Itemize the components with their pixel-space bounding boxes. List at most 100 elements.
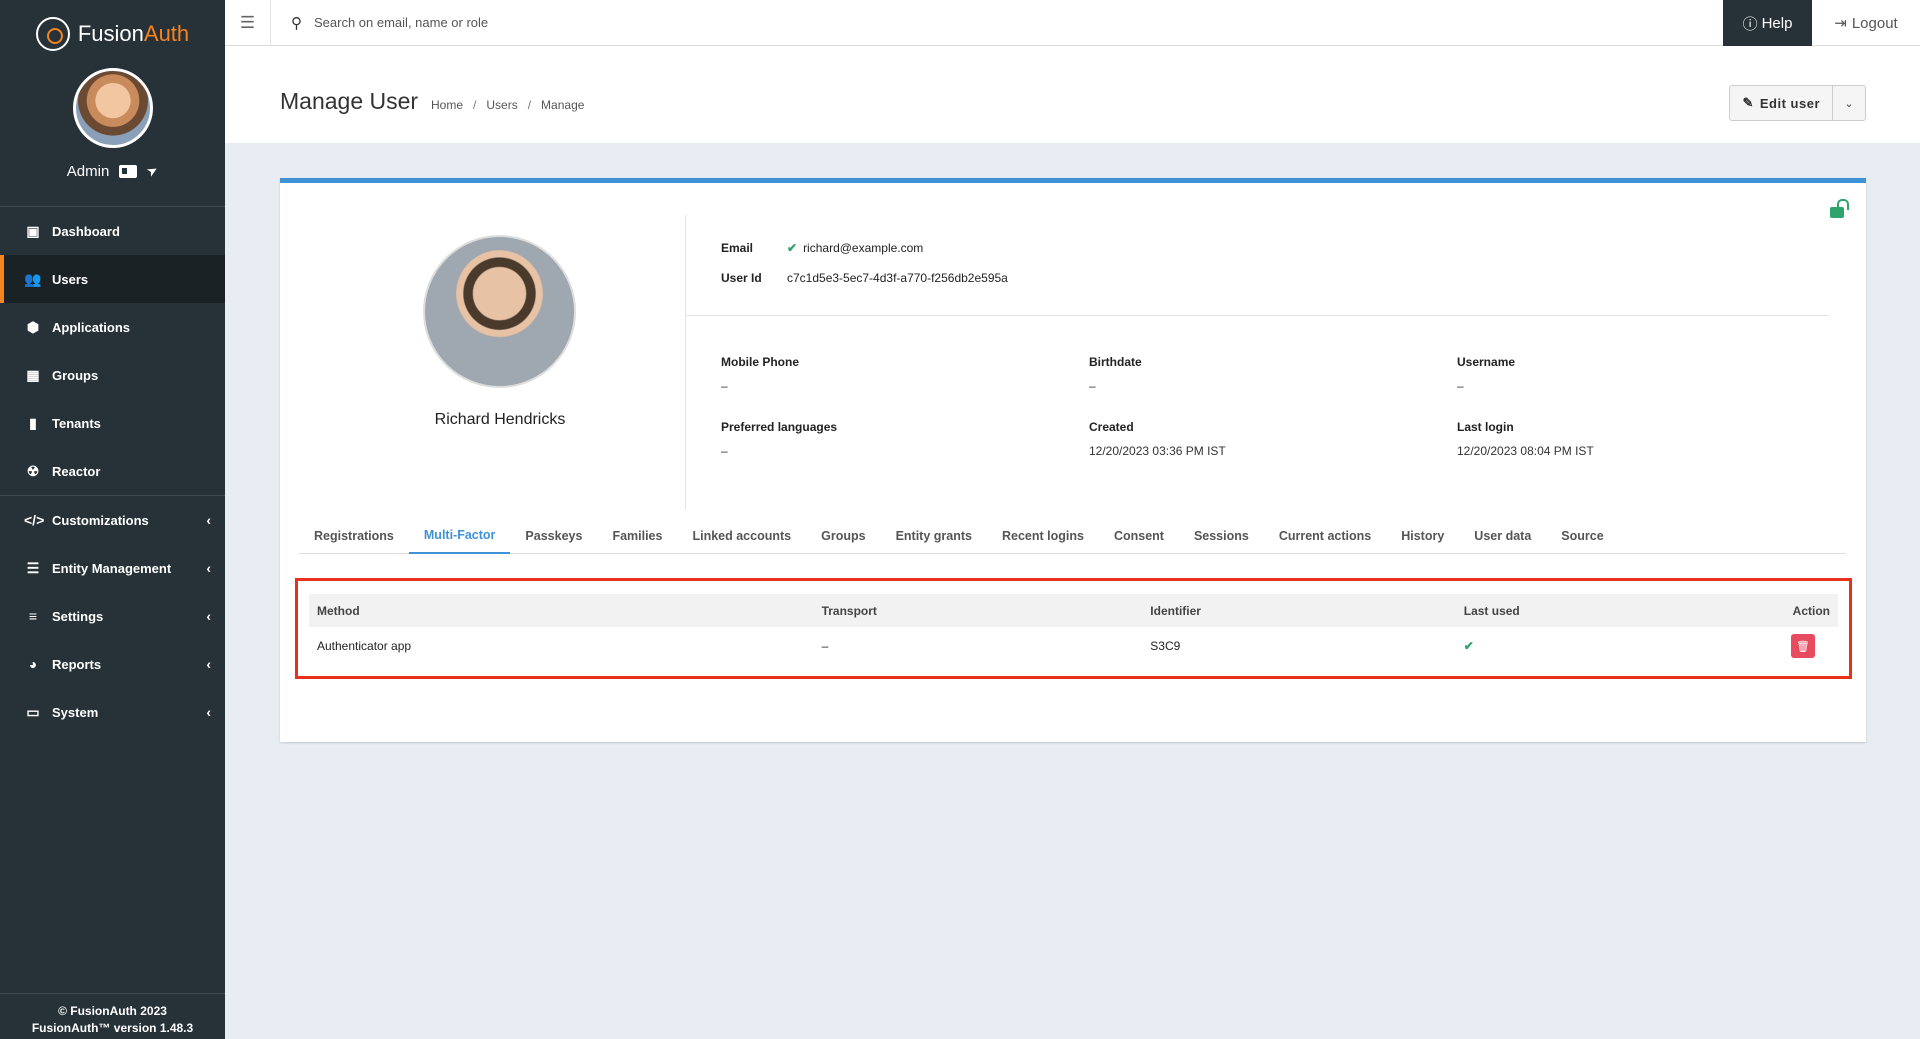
sidebar-item-reports[interactable]: ◕ Reports ‹: [0, 640, 225, 688]
sidebar-item-label: Reactor: [52, 463, 101, 479]
breadcrumb-separator: /: [527, 98, 532, 112]
edit-dropdown-toggle[interactable]: ⌄: [1833, 86, 1865, 120]
search-icon: ⚲: [291, 14, 302, 32]
sidebar-item-applications[interactable]: ⬢ Applications: [0, 303, 225, 351]
sidebar-item-groups[interactable]: ▦ Groups: [0, 351, 225, 399]
tab-linked-accounts[interactable]: Linked accounts: [677, 518, 806, 554]
fusionauth-logo-icon: [35, 17, 70, 51]
field-value: 12/20/2023 08:04 PM IST: [1457, 444, 1594, 458]
cell-method: Authenticator app: [317, 639, 412, 653]
sidebar-item-label: Dashboard: [52, 223, 120, 239]
user-tabs: Registrations Multi-Factor Passkeys Fami…: [299, 518, 1846, 554]
breadcrumb-home[interactable]: Home: [431, 98, 463, 112]
tab-registrations[interactable]: Registrations: [299, 518, 409, 554]
location-arrow-icon[interactable]: ➤: [144, 161, 161, 180]
cell-action: 🗑: [1685, 627, 1838, 665]
field-label: Mobile Phone: [721, 355, 799, 369]
delete-mfa-button[interactable]: 🗑: [1791, 634, 1815, 658]
admin-avatar[interactable]: [72, 68, 153, 148]
sidebar-item-label: Customizations: [52, 512, 149, 528]
sidebar-item-entity-management[interactable]: ☰ Entity Management ‹: [0, 544, 225, 592]
last-used-check-icon: ✔: [1463, 639, 1474, 653]
tab-passkeys[interactable]: Passkeys: [510, 518, 597, 554]
field-value: 12/20/2023 03:36 PM IST: [1089, 444, 1226, 458]
tab-recent-logins[interactable]: Recent logins: [987, 518, 1099, 554]
top-bar: ☰ ⚲ ⓘHelp ⇥Logout: [225, 0, 1920, 46]
unlock-icon[interactable]: [1830, 207, 1844, 218]
brand-name-part2: Auth: [143, 21, 190, 46]
search-input[interactable]: [314, 15, 914, 30]
sidebar-item-label: Settings: [52, 608, 104, 624]
sign-out-icon: ⇥: [1834, 15, 1847, 32]
edit-user-label: Edit user: [1759, 95, 1820, 111]
tab-user-data[interactable]: User data: [1459, 518, 1546, 554]
breadcrumb-manage: Manage: [541, 98, 585, 112]
field-label: Birthdate: [1089, 355, 1142, 369]
breadcrumb: Home / Users / Manage: [431, 98, 584, 112]
sidebar-item-customizations[interactable]: </> Customizations ‹: [0, 496, 225, 544]
sidebar-nav-main: ▣ Dashboard 👥 Users ⬢ Applications ▦ Groups …: [0, 207, 225, 495]
cell-identifier: S3C9: [1150, 639, 1181, 653]
user-full-name: Richard Hendricks: [434, 411, 566, 428]
mfa-table: Method Transport Identifier Last used Ac…: [309, 594, 1838, 665]
question-circle-icon: ⓘ: [1742, 15, 1758, 33]
table-header-row: Method Transport Identifier Last used Ac…: [309, 594, 1838, 627]
field-label: Created: [1089, 420, 1134, 434]
tab-history[interactable]: History: [1386, 518, 1459, 554]
sliders-icon: ≡: [28, 608, 38, 624]
admin-row: Admin ➤: [0, 160, 225, 182]
userid-label: User Id: [721, 271, 762, 285]
reactor-icon: ☢: [26, 462, 40, 479]
breadcrumb-users[interactable]: Users: [486, 98, 517, 112]
verified-check-icon: ✔: [787, 241, 798, 255]
field-value: –: [721, 444, 728, 458]
chevron-left-icon: ‹: [206, 512, 211, 528]
field-last-login: Last login 12/20/2023 08:04 PM IST: [1457, 420, 1594, 458]
sidebar-item-system[interactable]: ▭ System ‹: [0, 688, 225, 736]
tab-multi-factor[interactable]: Multi-Factor: [408, 518, 511, 554]
tab-current-actions[interactable]: Current actions: [1264, 518, 1386, 554]
tab-families[interactable]: Families: [597, 518, 677, 554]
sidebar-item-tenants[interactable]: ▮ Tenants: [0, 399, 225, 447]
cell-transport: –: [821, 639, 829, 653]
brand-name-part1: Fusion: [77, 21, 144, 46]
sidebar-item-label: Reports: [52, 656, 102, 672]
menu-toggle-icon[interactable]: ☰: [225, 0, 271, 46]
mfa-highlight-box: Method Transport Identifier Last used Ac…: [295, 578, 1852, 679]
divider: [685, 215, 686, 510]
tab-entity-grants[interactable]: Entity grants: [881, 518, 987, 554]
id-card-icon[interactable]: [119, 164, 138, 178]
brand-logo[interactable]: FusionAuth: [0, 0, 225, 68]
email-value-group: ✔ richard@example.com: [787, 241, 923, 255]
userid-value: c7c1d5e3-5ec7-4d3f-a770-f256db2e595a: [787, 271, 1008, 285]
sidebar-item-label: System: [52, 704, 99, 720]
sidebar-item-settings[interactable]: ≡ Settings ‹: [0, 592, 225, 640]
tab-groups[interactable]: Groups: [806, 518, 880, 554]
monitor-icon: ▭: [26, 703, 40, 720]
field-value: –: [1089, 379, 1096, 393]
table-row: Authenticator app – S3C9 ✔ 🗑: [309, 627, 1838, 665]
column-header-method: Method: [309, 594, 814, 627]
help-button[interactable]: ⓘ Help: [1723, 0, 1812, 46]
field-preferred-languages: Preferred languages –: [721, 420, 837, 458]
breadcrumb-separator: /: [473, 98, 477, 112]
tab-source[interactable]: Source: [1546, 518, 1618, 554]
email-label: Email: [721, 241, 754, 255]
edit-user-button-group: ✎ Edit user ⌄: [1729, 85, 1866, 121]
field-label: Username: [1457, 355, 1516, 369]
edit-user-button[interactable]: ✎ Edit user: [1730, 86, 1833, 120]
edit-icon: ✎: [1742, 95, 1754, 110]
tab-sessions[interactable]: Sessions: [1179, 518, 1264, 554]
sidebar-item-reactor[interactable]: ☢ Reactor: [0, 447, 225, 495]
field-birthdate: Birthdate –: [1089, 355, 1142, 393]
sidebar-item-dashboard[interactable]: ▣ Dashboard: [0, 207, 225, 255]
logout-button[interactable]: ⇥ Logout: [1812, 0, 1920, 46]
sidebar-item-users[interactable]: 👥 Users: [0, 255, 225, 303]
chevron-left-icon: ‹: [206, 560, 211, 576]
groups-icon: ▦: [26, 366, 40, 383]
column-header-action: Action: [1685, 594, 1838, 627]
sidebar-footer: © FusionAuth 2023 FusionAuth™ version 1.…: [0, 993, 225, 1039]
page-title: Manage User: [280, 88, 419, 114]
tab-consent[interactable]: Consent: [1099, 518, 1179, 554]
field-created: Created 12/20/2023 03:36 PM IST: [1089, 420, 1226, 458]
